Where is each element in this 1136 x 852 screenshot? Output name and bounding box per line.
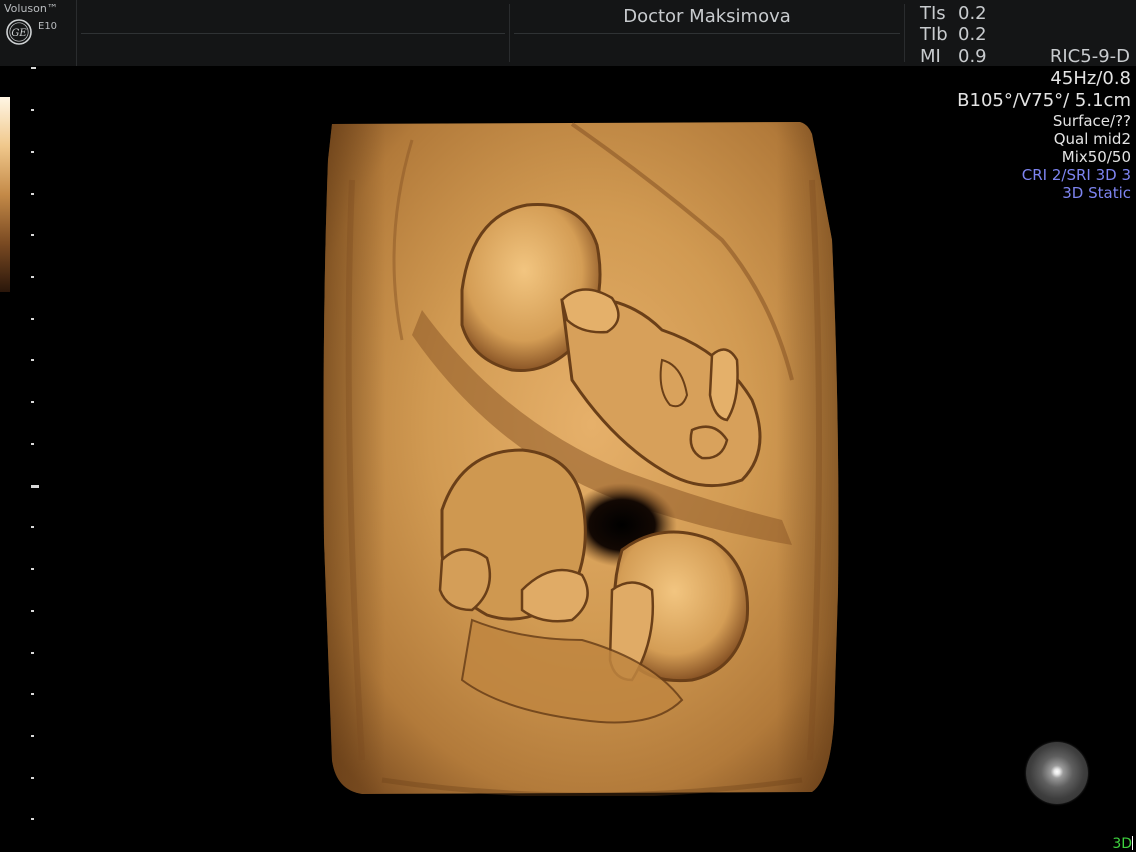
depth-tick [31,151,34,153]
render-mix: Mix50/50 [1061,148,1131,166]
render-quality: Qual mid2 [1053,130,1131,148]
rendered-3d-volume [323,122,839,796]
depth-tick [31,318,34,320]
parameter-panel: 45Hz/0.8 B105°/V75°/ 5.1cm Surface/?? Qu… [957,68,1131,202]
orientation-sphere-icon[interactable] [1026,742,1088,804]
safety-index-mi: MI 0.9 [920,46,1000,67]
frame-rate: 45Hz/0.8 [1050,68,1131,89]
depth-tick [31,359,34,361]
safety-value: 0.2 [958,24,987,45]
depth-tick [31,568,34,570]
volume-angles: B105°/V75°/ 5.1cm [957,90,1131,111]
operator-name: Doctor Maksimova [623,6,791,27]
depth-tick [31,276,34,278]
depth-tick [31,401,34,403]
depth-tick [31,818,34,820]
brand-area: Voluson™ GE E10 [0,0,77,66]
safety-label: TIb [920,24,948,45]
depth-tick [31,610,34,612]
filter-settings: CRI 2/SRI 3D 3 [1021,166,1131,184]
depth-tick [31,485,39,488]
safety-label: TIs [920,3,946,24]
cursor-marker [1132,836,1133,850]
ge-logo-icon: GE [6,19,32,45]
ultrasound-screen: Voluson™ GE E10 Doctor Maksimova TIs 0.2 … [0,0,1136,852]
safety-value: 0.2 [958,3,987,24]
gray-map-bar [0,97,10,292]
patient-info-field [77,4,510,62]
render-mode: Surface/?? [1052,112,1131,130]
safety-index-tis: TIs 0.2 [920,3,1000,24]
depth-tick [31,193,34,195]
acquisition-mode: 3D Static [1062,184,1131,202]
safety-label: MI [920,46,941,67]
depth-tick [31,109,34,111]
depth-tick [31,443,34,445]
depth-tick [31,234,34,236]
safety-index-tib: TIb 0.2 [920,24,1000,45]
svg-text:GE: GE [11,28,27,39]
brand-name: Voluson™ [4,2,58,15]
mode-indicator: 3D [1112,836,1132,852]
depth-tick [31,735,34,737]
depth-tick [31,693,34,695]
depth-tick [31,777,34,779]
header-bar: Voluson™ GE E10 Doctor Maksimova TIs 0.2 … [0,0,1136,67]
depth-tick [31,652,34,654]
probe-name: RIC5-9-D [1049,46,1130,67]
safety-value: 0.9 [958,46,987,67]
depth-tick [31,526,34,528]
depth-tick [31,67,36,69]
brand-model: E10 [38,21,58,32]
